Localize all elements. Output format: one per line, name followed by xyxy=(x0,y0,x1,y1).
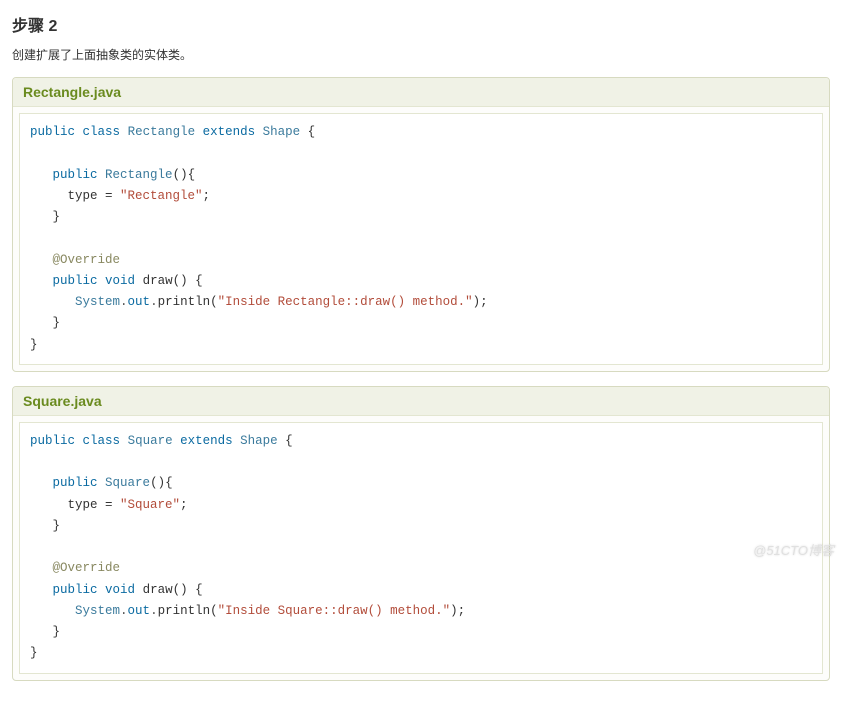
step-title: 步骤 2 xyxy=(12,12,830,36)
code-block: public class Rectangle extends Shape { p… xyxy=(19,113,823,365)
step-description: 创建扩展了上面抽象类的实体类。 xyxy=(12,46,830,63)
example-filename: Square.java xyxy=(13,387,829,416)
example-filename: Rectangle.java xyxy=(13,78,829,107)
code-block: public class Square extends Shape { publ… xyxy=(19,422,823,674)
example-block: Square.java public class Square extends … xyxy=(12,386,830,681)
example-block: Rectangle.java public class Rectangle ex… xyxy=(12,77,830,372)
